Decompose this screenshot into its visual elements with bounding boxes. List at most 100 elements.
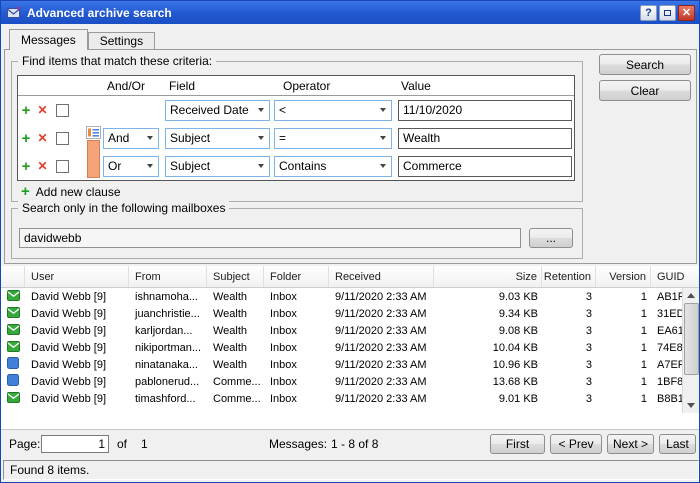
cell-retention: 3 [542,325,596,337]
tab-messages[interactable]: Messages [9,29,88,50]
table-row[interactable]: David Webb [9] pablonerud... Comme... In… [1,373,684,390]
cell-user: David Webb [9] [25,342,129,354]
andor-select[interactable]: Or [103,156,159,177]
cell-user: David Webb [9] [25,376,129,388]
cell-size: 9.34 KB [434,308,542,320]
table-row[interactable]: David Webb [9] juanchristie... Wealth In… [1,305,684,322]
table-row[interactable]: David Webb [9] ishnamoha... Wealth Inbox… [1,288,684,305]
cell-folder: Inbox [264,376,329,388]
prev-page-button[interactable]: < Prev [550,434,602,454]
column-header-version[interactable]: Version [596,266,651,287]
cell-retention: 3 [542,291,596,303]
status-text: Found 8 items. [3,460,699,480]
field-value: Subject [170,159,210,173]
column-header-received[interactable]: Received [329,266,434,287]
cell-guid: 1BF8F [651,376,684,388]
tab-settings[interactable]: Settings [88,32,155,49]
last-page-button[interactable]: Last [659,434,696,454]
cell-from: karljordan... [129,325,207,337]
chevron-down-icon [258,136,264,140]
field-select[interactable]: Received Date [165,100,270,121]
add-new-clause-link[interactable]: + Add new clause [21,184,121,199]
results-rows: David Webb [9] ishnamoha... Wealth Inbox… [1,288,684,407]
browse-mailboxes-button[interactable]: ... [529,228,573,248]
operator-select[interactable]: Contains [274,156,392,177]
operator-select[interactable]: < [274,100,392,121]
cell-user: David Webb [9] [25,359,129,371]
search-button[interactable]: Search [599,54,691,75]
chevron-down-icon [147,164,153,168]
clause-checkbox[interactable] [56,160,69,173]
column-header-from[interactable]: From [129,266,207,287]
clause-group-indicator[interactable] [86,126,101,178]
page-input[interactable] [41,435,109,453]
mailboxes-input[interactable] [19,228,521,248]
clause-checkbox[interactable] [56,104,69,117]
cell-version: 1 [596,291,651,303]
table-row[interactable]: David Webb [9] karljordan... Wealth Inbo… [1,322,684,339]
app-icon [7,6,22,19]
cell-subject: Wealth [207,325,264,337]
column-header-subject[interactable]: Subject [207,266,264,287]
first-page-button[interactable]: First [490,434,545,454]
add-clause-icon[interactable]: + [22,103,31,118]
next-page-button[interactable]: Next > [607,434,654,454]
cell-user: David Webb [9] [25,325,129,337]
cell-folder: Inbox [264,308,329,320]
cell-received: 9/11/2020 2:33 AM [329,342,434,354]
cell-received: 9/11/2020 2:33 AM [329,308,434,320]
table-row[interactable]: David Webb [9] timashford... Comme... In… [1,390,684,407]
value-input[interactable] [398,156,572,177]
column-header-icon[interactable] [1,266,25,287]
scrollbar-track[interactable] [683,303,699,398]
cell-from: nikiportman... [129,342,207,354]
mail-icon [7,341,20,352]
cell-subject: Comme... [207,376,264,388]
scroll-down-button[interactable] [683,398,699,413]
clause-checkbox[interactable] [56,132,69,145]
column-header-guid[interactable]: GUID [651,266,700,287]
column-header-user[interactable]: User [25,266,129,287]
cell-version: 1 [596,308,651,320]
criteria-table: And/Or Field Operator Value + ✕ [17,75,575,181]
cell-folder: Inbox [264,393,329,405]
vertical-scrollbar[interactable] [682,288,699,413]
clear-button[interactable]: Clear [599,80,691,101]
value-input[interactable] [398,100,572,121]
help-button[interactable]: ? [640,5,657,21]
column-header-size[interactable]: Size [434,266,542,287]
delete-clause-icon[interactable]: ✕ [37,103,47,117]
column-header-folder[interactable]: Folder [264,266,329,287]
operator-select[interactable]: = [274,128,392,149]
delete-clause-icon[interactable]: ✕ [37,159,47,173]
scrollbar-thumb[interactable] [684,303,699,375]
cell-retention: 3 [542,308,596,320]
window-title: Advanced archive search [27,6,640,20]
cell-user: David Webb [9] [25,291,129,303]
mail-icon [7,290,20,301]
title-bar[interactable]: Advanced archive search ? ✕ [1,1,699,24]
criteria-col-field: Field [165,79,274,93]
results-header: User From Subject Folder Received Size R… [1,266,700,288]
add-clause-icon[interactable]: + [22,131,31,146]
field-select[interactable]: Subject [165,156,270,177]
table-row[interactable]: David Webb [9] ninatanaka... Wealth Inbo… [1,356,684,373]
delete-clause-icon[interactable]: ✕ [37,131,47,145]
add-clause-icon[interactable]: + [22,159,31,174]
andor-select[interactable]: And [103,128,159,149]
cell-size: 10.96 KB [434,359,542,371]
maximize-button[interactable] [659,5,676,21]
table-row[interactable]: David Webb [9] nikiportman... Wealth Inb… [1,339,684,356]
cell-size: 9.03 KB [434,291,542,303]
andor-value: Or [108,159,121,173]
value-input[interactable] [398,128,572,149]
close-button[interactable]: ✕ [678,5,695,21]
cell-size: 9.08 KB [434,325,542,337]
cell-folder: Inbox [264,325,329,337]
status-bar: Found 8 items. [1,457,700,483]
cell-subject: Wealth [207,291,264,303]
scroll-up-button[interactable] [683,288,699,303]
column-header-retention[interactable]: Retention [542,266,596,287]
field-select[interactable]: Subject [165,128,270,149]
cell-size: 9.01 KB [434,393,542,405]
